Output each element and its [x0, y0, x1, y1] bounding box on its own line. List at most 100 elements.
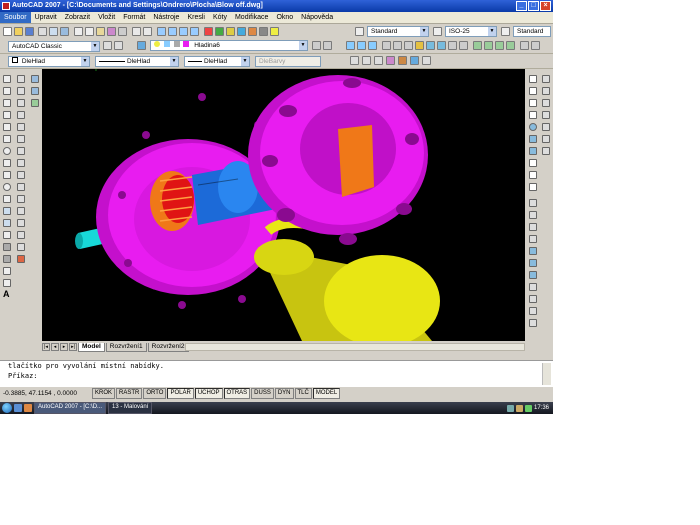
network-icon[interactable]: [506, 404, 514, 412]
tool-palettes-icon[interactable]: [226, 27, 235, 36]
coordinates-readout[interactable]: -0.3885, 47.1154 , 0.0000: [0, 390, 92, 397]
color-select[interactable]: DleHlad ▼: [8, 56, 90, 67]
help-icon[interactable]: [270, 27, 279, 36]
workspace-settings-icon[interactable]: [103, 41, 112, 50]
block-editor-icon[interactable]: [118, 27, 127, 36]
undo-icon[interactable]: [132, 27, 141, 36]
design-center-icon[interactable]: [215, 27, 224, 36]
cone-icon[interactable]: [404, 41, 413, 50]
arc-icon[interactable]: [3, 135, 11, 143]
tab-model[interactable]: Model: [78, 342, 105, 352]
box-icon[interactable]: [382, 41, 391, 50]
match-properties-icon[interactable]: [107, 27, 116, 36]
circle-icon[interactable]: [3, 147, 11, 155]
task-paint[interactable]: 13 - Malování: [108, 402, 153, 414]
hatch-icon[interactable]: [3, 243, 11, 251]
snap-perpendicular-icon[interactable]: [529, 159, 537, 167]
send-to-back-icon[interactable]: [31, 99, 39, 107]
markup-icon[interactable]: [248, 27, 257, 36]
autocad-app-icon[interactable]: [2, 2, 10, 10]
new-file-icon[interactable]: [3, 27, 12, 36]
ducs-toggle[interactable]: DUSS: [251, 387, 274, 399]
zoom-realtime-icon[interactable]: [168, 27, 177, 36]
trim-icon[interactable]: [17, 183, 25, 191]
ucs-icon[interactable]: [529, 199, 537, 207]
layer-manager-icon[interactable]: [137, 41, 146, 50]
ucs-world-icon[interactable]: [529, 211, 537, 219]
continuous-orbit-icon[interactable]: [368, 41, 377, 50]
stretch-icon[interactable]: [17, 171, 25, 179]
wedge-icon[interactable]: [393, 41, 402, 50]
orbit-icon[interactable]: [346, 41, 355, 50]
dyn-toggle[interactable]: DYN: [274, 387, 294, 399]
realistic-icon[interactable]: [386, 56, 395, 65]
minimize-button[interactable]: _: [516, 1, 527, 11]
rotate-icon[interactable]: [17, 147, 25, 155]
ucs-face-icon[interactable]: [529, 235, 537, 243]
workspace-select[interactable]: AutoCAD Classic ▼: [8, 41, 100, 52]
properties-icon[interactable]: [204, 27, 213, 36]
snap-tangent-icon[interactable]: [529, 147, 537, 155]
break-icon[interactable]: [17, 207, 25, 215]
last-tab-button[interactable]: ▸|: [69, 343, 77, 351]
copy-icon[interactable]: [85, 27, 94, 36]
table-style-select[interactable]: Standard: [513, 26, 551, 37]
construction-line-icon[interactable]: [3, 87, 11, 95]
menu-modifikace[interactable]: Modifikace: [231, 12, 272, 23]
model-viewport[interactable]: Y: [42, 69, 525, 341]
ucs-3point-icon[interactable]: [529, 283, 537, 291]
ucs-y-icon[interactable]: [529, 307, 537, 315]
print-preview-icon[interactable]: [49, 27, 58, 36]
torus-icon[interactable]: [437, 41, 446, 50]
spline-icon[interactable]: [3, 171, 11, 179]
top-view-icon[interactable]: [542, 87, 550, 95]
snap-center-icon[interactable]: [529, 123, 537, 131]
snap-midpoint-icon[interactable]: [529, 111, 537, 119]
open-folder-icon[interactable]: [14, 27, 23, 36]
sphere-icon[interactable]: [426, 41, 435, 50]
maximize-button[interactable]: □: [528, 1, 539, 11]
snap-insert-icon[interactable]: [529, 183, 537, 191]
fillet-icon[interactable]: [17, 243, 25, 251]
menu-koty[interactable]: Kóty: [209, 12, 231, 23]
explode-icon[interactable]: [17, 255, 25, 263]
menu-zobrazit[interactable]: Zobrazit: [61, 12, 94, 23]
visual-styles-manager-icon[interactable]: [410, 56, 419, 65]
menu-okno[interactable]: Okno: [272, 12, 297, 23]
snap-parallel-icon[interactable]: [529, 171, 537, 179]
cut-icon[interactable]: [74, 27, 83, 36]
prev-tab-button[interactable]: ◂: [51, 343, 59, 351]
named-views-icon[interactable]: [542, 75, 550, 83]
extend-icon[interactable]: [17, 195, 25, 203]
ucs-previous-icon[interactable]: [529, 223, 537, 231]
region-icon[interactable]: [3, 267, 11, 275]
2d-wireframe-icon[interactable]: [350, 56, 359, 65]
snap-endpoint-icon[interactable]: [529, 99, 537, 107]
tab-layout2[interactable]: Rozvržení2: [147, 342, 189, 352]
grid-toggle[interactable]: RASTR: [116, 387, 143, 399]
multiline-text-icon[interactable]: A: [3, 289, 10, 299]
revision-cloud-icon[interactable]: [3, 159, 11, 167]
polar-toggle[interactable]: POLÁR: [167, 387, 194, 399]
table-style-icon[interactable]: [501, 27, 510, 36]
hidden-icon[interactable]: [374, 56, 383, 65]
menu-nastroje[interactable]: Nástroje: [149, 12, 183, 23]
draw-order-icon[interactable]: [31, 75, 39, 83]
gradient-icon[interactable]: [3, 255, 11, 263]
next-tab-button[interactable]: ▸: [60, 343, 68, 351]
linetype-select[interactable]: DleHlad ▼: [95, 56, 179, 67]
bring-to-front-icon[interactable]: [31, 87, 39, 95]
menu-kresli[interactable]: Kresli: [183, 12, 209, 23]
loft-icon[interactable]: [506, 41, 515, 50]
front-view-icon[interactable]: [542, 135, 550, 143]
bottom-view-icon[interactable]: [542, 99, 550, 107]
snap-quadrant-icon[interactable]: [529, 135, 537, 143]
erase-icon[interactable]: [17, 75, 25, 83]
horizontal-scrollbar[interactable]: [185, 343, 525, 351]
ucs-apply-icon[interactable]: [529, 319, 537, 327]
cylinder-icon[interactable]: [415, 41, 424, 50]
quicklaunch-desktop-icon[interactable]: [14, 404, 22, 412]
start-button[interactable]: [0, 402, 14, 414]
text-style-select[interactable]: Standard ▼: [367, 26, 429, 37]
mirror-icon[interactable]: [17, 99, 25, 107]
